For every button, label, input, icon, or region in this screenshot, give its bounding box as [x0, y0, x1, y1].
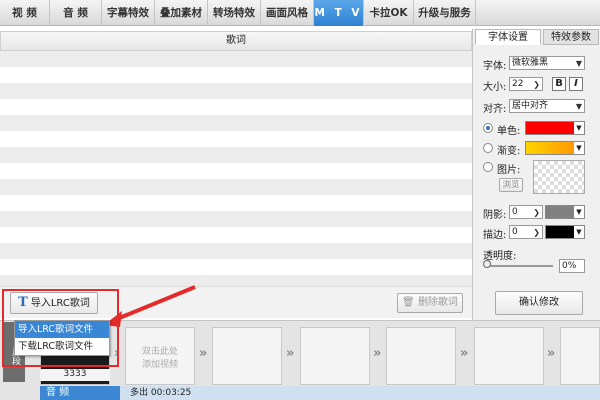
chevron-right-icon: ❯ — [533, 80, 540, 89]
font-settings-panel: 字体设置 特效参数 字体: 微软雅黑 ▼ 大小: 22 ❯ B I 对齐: 居中对齐… — [472, 29, 600, 320]
empty-clip-slot[interactable] — [386, 327, 456, 385]
chevron-down-icon: ▼ — [574, 142, 584, 154]
lyrics-list[interactable] — [0, 51, 472, 286]
chevron-down-icon: ▼ — [574, 206, 584, 218]
confirm-button[interactable]: 确认修改 — [495, 291, 583, 315]
chevron-right-icon: ❯ — [533, 228, 540, 237]
tab-transition[interactable]: 转场特效 — [208, 0, 261, 26]
stroke-label: 描边: — [483, 230, 507, 241]
shadow-label: 阴影: — [483, 210, 507, 221]
lyrics-row[interactable] — [0, 115, 472, 131]
align-label: 对齐: — [483, 104, 507, 115]
lyrics-row[interactable] — [0, 131, 472, 147]
italic-button[interactable]: I — [569, 77, 583, 91]
align-value: 居中对齐 — [512, 101, 549, 111]
lyrics-row[interactable] — [0, 83, 472, 99]
chevron-down-icon: ▼ — [574, 122, 584, 134]
empty-clip-slot[interactable] — [212, 327, 282, 385]
gradient-radio[interactable] — [483, 143, 493, 153]
opacity-slider-handle[interactable] — [483, 260, 491, 268]
menu-item-download-lrc-file[interactable]: 下载LRC歌词文件 — [15, 338, 109, 355]
align-select[interactable]: 居中对齐 ▼ — [509, 99, 585, 113]
image-radio[interactable] — [483, 162, 493, 172]
stroke-value: 0 — [512, 227, 518, 237]
audio-overflow-time: 多出 00:03:25 — [130, 388, 192, 398]
add-video-hint-line1: 双击此处 — [141, 347, 178, 357]
delete-lyrics-label: 删除歌词 — [417, 297, 458, 308]
tab-audio[interactable]: 音 频 — [50, 0, 102, 26]
tab-upgrade[interactable]: 升级与服务 — [414, 0, 476, 26]
shadow-value: 0 — [512, 207, 518, 217]
lyrics-header: 歌词 — [0, 31, 472, 51]
tab-karaoke[interactable]: 卡拉OK — [364, 0, 414, 26]
lyrics-row[interactable] — [0, 195, 472, 211]
double-chevron-icon: » — [199, 346, 208, 361]
tab-effect-params[interactable]: 特效参数 — [543, 29, 599, 45]
delete-lyrics-button[interactable]: 🗑 删除歌词 — [397, 293, 463, 313]
browse-button[interactable]: 浏览 — [499, 178, 523, 192]
tab-video[interactable]: 视 频 — [0, 0, 50, 26]
size-stepper[interactable]: 22 ❯ — [509, 77, 543, 91]
double-chevron-icon: » — [286, 346, 295, 361]
lyrics-row[interactable] — [0, 243, 472, 259]
stroke-color-picker[interactable]: ▼ — [545, 225, 585, 239]
opacity-value-field[interactable]: 0% — [559, 259, 585, 273]
double-chevron-icon: » — [460, 346, 469, 361]
chevron-down-icon: ▼ — [575, 102, 582, 111]
arrow-icon — [104, 285, 196, 327]
lyrics-row[interactable] — [0, 259, 472, 275]
trash-icon: 🗑 — [402, 297, 415, 308]
double-chevron-icon: » — [547, 346, 556, 361]
lyrics-row[interactable] — [0, 51, 472, 67]
lyrics-row[interactable] — [0, 211, 472, 227]
single-color-label: 单色: — [497, 126, 521, 137]
size-label: 大小: — [483, 82, 507, 93]
tab-font-settings[interactable]: 字体设置 — [475, 29, 541, 45]
opacity-slider[interactable] — [485, 265, 553, 267]
empty-clip-slot[interactable] — [560, 327, 600, 385]
size-value: 22 — [512, 79, 524, 89]
menu-item-import-lrc-file[interactable]: 导入LRC歌词文件 — [15, 321, 109, 338]
tab-mtv[interactable]: M T V — [314, 0, 364, 26]
single-color-picker[interactable]: ▼ — [525, 121, 585, 135]
image-preview[interactable] — [533, 160, 585, 194]
lyrics-row[interactable] — [0, 227, 472, 243]
empty-clip-slot[interactable] — [300, 327, 370, 385]
clip-label: 3333 — [40, 369, 110, 381]
add-video-slot[interactable]: 双击此处 添加视频 — [125, 327, 195, 385]
lyrics-row[interactable] — [0, 275, 472, 286]
audio-track-label: 音 频 — [40, 386, 120, 400]
lyrics-row[interactable] — [0, 163, 472, 179]
lyrics-row[interactable] — [0, 67, 472, 83]
double-chevron-icon: » — [373, 346, 382, 361]
gradient-picker[interactable]: ▼ — [525, 141, 585, 155]
chevron-down-icon: ▼ — [575, 59, 582, 68]
lyrics-row[interactable] — [0, 179, 472, 195]
image-label: 图片: — [497, 165, 521, 176]
add-video-hint-line2: 添加视频 — [141, 360, 178, 370]
shadow-color-picker[interactable]: ▼ — [545, 205, 585, 219]
font-value: 微软雅黑 — [512, 58, 549, 68]
tab-style[interactable]: 画面风格 — [261, 0, 314, 26]
tab-overlay[interactable]: 叠加素材 — [155, 0, 208, 26]
font-select[interactable]: 微软雅黑 ▼ — [509, 56, 585, 70]
chevron-down-icon: ▼ — [574, 226, 584, 238]
stroke-stepper[interactable]: 0 ❯ — [509, 225, 543, 239]
lyrics-row[interactable] — [0, 99, 472, 115]
import-menu: 导入LRC歌词文件 下载LRC歌词文件 — [14, 320, 110, 356]
bold-button[interactable]: B — [552, 77, 566, 91]
audio-track[interactable]: 音 频 多出 00:03:25 — [40, 386, 600, 400]
single-color-radio[interactable] — [483, 123, 493, 133]
lyrics-row[interactable] — [0, 147, 472, 163]
font-label: 字体: — [483, 61, 507, 72]
shadow-stepper[interactable]: 0 ❯ — [509, 205, 543, 219]
chevron-right-icon: ❯ — [533, 208, 540, 217]
tab-subtitle-effects[interactable]: 字幕特效 — [102, 0, 155, 26]
gradient-label: 渐变: — [497, 146, 521, 157]
top-tab-bar: 视 频 音 频 字幕特效 叠加素材 转场特效 画面风格 M T V 卡拉OK 升… — [0, 0, 600, 26]
empty-clip-slot[interactable] — [474, 327, 544, 385]
